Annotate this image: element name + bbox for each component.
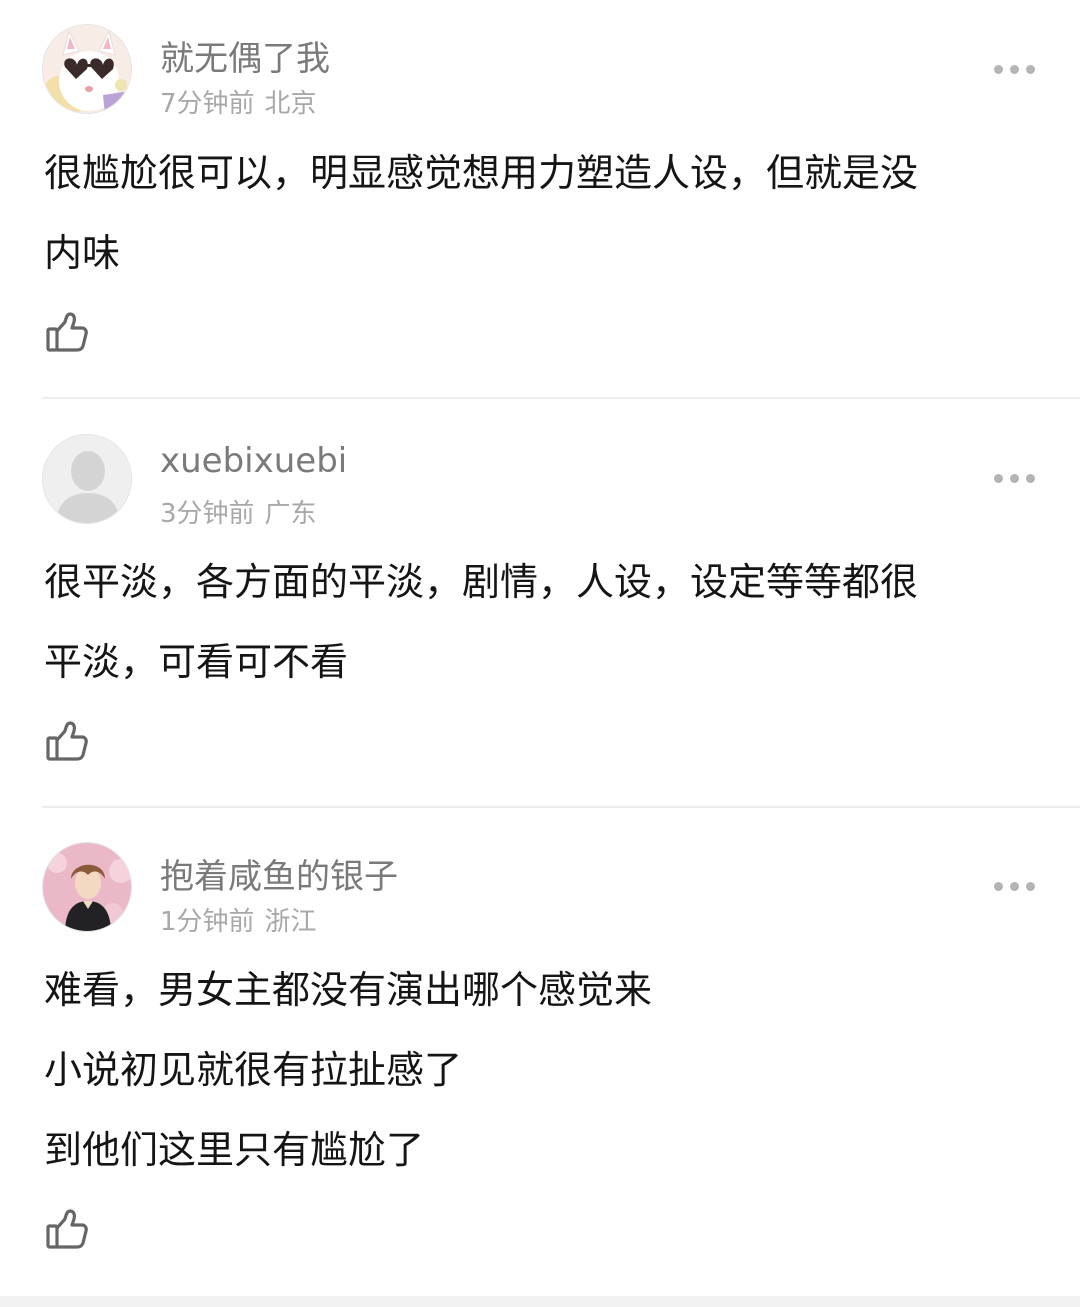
more-horizontal-icon[interactable]: [990, 59, 1038, 79]
thumbs-up-icon[interactable]: [44, 1206, 90, 1252]
comment-text-line: 很平淡，各方面的平淡，剧情，人设，设定等等都很: [44, 560, 919, 604]
comment-text: 很平淡，各方面的平淡，剧情，人设，设定等等都很 平淡，可看可不看: [44, 542, 1044, 702]
comment-item: 就无偶了我 7分钟前 北京 很尴尬很可以，明显感觉想用力塑造人设，但就是没 内味: [0, 0, 1080, 398]
comment-time: 3分钟前: [160, 499, 255, 529]
avatar[interactable]: [42, 24, 132, 114]
comment-item: xuebixuebi 3分钟前 广东 很平淡，各方面的平淡，剧情，人设，设定等等都…: [0, 408, 1080, 806]
divider: [42, 806, 1080, 808]
username[interactable]: 就无偶了我: [160, 31, 330, 80]
bottom-strip: [0, 1296, 1080, 1307]
comment-meta: 7分钟前 北京: [160, 83, 317, 120]
comment-item: 抱着咸鱼的银子 1分钟前 浙江 难看，男女主都没有演出哪个感觉来 小说初见就很有拉…: [0, 816, 1080, 1296]
username[interactable]: 抱着咸鱼的银子: [160, 849, 398, 898]
comment-text-line: 很尴尬很可以，明显感觉想用力塑造人设，但就是没: [44, 151, 919, 195]
comment-location: 广东: [264, 499, 317, 529]
more-horizontal-icon[interactable]: [990, 468, 1038, 488]
comment-text-line: 难看，男女主都没有演出哪个感觉来: [44, 968, 653, 1012]
avatar[interactable]: [42, 842, 132, 932]
comment-text: 难看，男女主都没有演出哪个感觉来 小说初见就很有拉扯感了 到他们这里只有尴尬了: [44, 950, 1044, 1190]
more-horizontal-icon[interactable]: [990, 876, 1038, 896]
comment-location: 浙江: [264, 907, 317, 937]
thumbs-up-icon[interactable]: [44, 309, 90, 355]
comment-time: 7分钟前: [160, 89, 255, 119]
comment-time: 1分钟前: [160, 907, 255, 937]
divider: [42, 397, 1080, 399]
comment-meta: 1分钟前 浙江: [160, 901, 317, 938]
comment-location: 北京: [264, 89, 317, 119]
username[interactable]: xuebixuebi: [160, 441, 347, 481]
comment-text-line: 内味: [44, 231, 121, 275]
comment-text: 很尴尬很可以，明显感觉想用力塑造人设，但就是没 内味: [44, 133, 1044, 293]
comment-text-line: 到他们这里只有尴尬了: [44, 1128, 425, 1172]
avatar[interactable]: [42, 434, 132, 524]
comment-meta: 3分钟前 广东: [160, 493, 317, 530]
comment-text-line: 小说初见就很有拉扯感了: [44, 1048, 463, 1092]
thumbs-up-icon[interactable]: [44, 718, 90, 764]
comment-text-line: 平淡，可看可不看: [44, 640, 349, 684]
